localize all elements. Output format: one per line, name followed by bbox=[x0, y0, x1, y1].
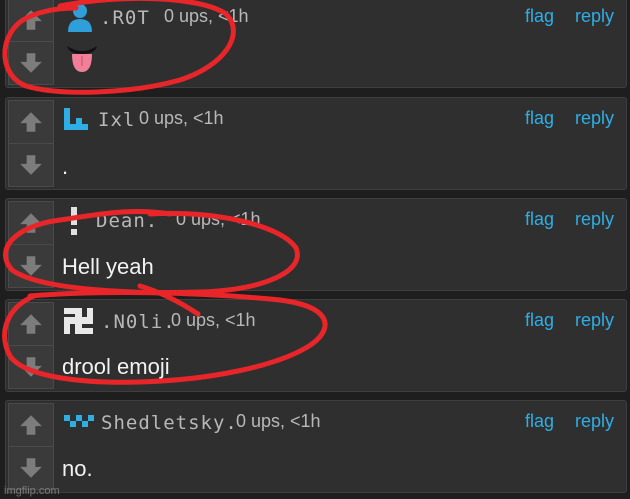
flag-link[interactable]: flag bbox=[525, 411, 554, 432]
flag-link[interactable]: flag bbox=[525, 108, 554, 129]
vote-column bbox=[8, 0, 54, 85]
comment-meta: 0 ups, <1h bbox=[139, 108, 224, 128]
username[interactable]: .N0li. bbox=[101, 311, 176, 333]
comment-text: no. bbox=[62, 456, 93, 481]
down-arrow-icon bbox=[20, 256, 42, 276]
vote-column bbox=[8, 403, 54, 490]
reply-link[interactable]: reply bbox=[575, 310, 614, 331]
downvote-button[interactable] bbox=[8, 346, 54, 389]
avatar[interactable] bbox=[62, 104, 98, 134]
comment-meta: 0 ups, <1h bbox=[176, 209, 261, 229]
comment-text: Hell yeah bbox=[62, 254, 154, 279]
person-icon bbox=[68, 4, 92, 32]
username[interactable]: Dean. bbox=[96, 210, 158, 232]
comment-meta: 0 ups, <1h bbox=[236, 411, 321, 431]
up-arrow-icon bbox=[20, 213, 42, 233]
down-arrow-icon bbox=[20, 357, 42, 377]
comment-5: Shedletsky. 0 ups, <1h flag reply no. bbox=[5, 400, 627, 493]
username[interactable]: Shedletsky. bbox=[101, 412, 238, 434]
upvote-button[interactable] bbox=[8, 403, 54, 447]
downvote-button[interactable] bbox=[8, 42, 54, 85]
tongue-emoji-icon bbox=[67, 46, 97, 72]
downvote-button[interactable] bbox=[8, 245, 54, 288]
reply-link[interactable]: reply bbox=[575, 411, 614, 432]
down-arrow-icon bbox=[20, 155, 42, 175]
reply-link[interactable]: reply bbox=[575, 108, 614, 129]
up-arrow-icon bbox=[20, 10, 42, 30]
up-arrow-icon bbox=[20, 112, 42, 132]
comment-text: . bbox=[62, 154, 69, 179]
upvote-button[interactable] bbox=[8, 201, 54, 245]
comment-text: drool emoji bbox=[62, 354, 170, 379]
vote-column bbox=[8, 201, 54, 288]
upvote-button[interactable] bbox=[8, 100, 54, 144]
pixel-l-icon bbox=[64, 108, 88, 130]
comment-1: .R0T 0 ups, <1h flag reply bbox=[5, 0, 627, 88]
reply-link[interactable]: reply bbox=[575, 6, 614, 27]
upvote-button[interactable] bbox=[8, 0, 54, 42]
downvote-button[interactable] bbox=[8, 144, 54, 187]
watermark: imgflip.com bbox=[4, 485, 60, 497]
avatar[interactable] bbox=[62, 306, 98, 336]
comment-meta: 0 ups, <1h bbox=[164, 6, 249, 26]
flag-link[interactable]: flag bbox=[525, 6, 554, 27]
comment-2: Ixl 0 ups, <1h flag reply . bbox=[5, 97, 627, 190]
vote-column bbox=[8, 100, 54, 187]
avatar[interactable] bbox=[62, 2, 98, 32]
comment-3: Dean. 0 ups, <1h flag reply Hell yeah bbox=[5, 198, 627, 291]
comment-meta: 0 ups, <1h bbox=[171, 310, 256, 330]
pixel-face-icon bbox=[64, 415, 94, 427]
upvote-button[interactable] bbox=[8, 302, 54, 346]
down-arrow-icon bbox=[20, 458, 42, 478]
down-arrow-icon bbox=[20, 53, 42, 73]
vote-column bbox=[8, 302, 54, 389]
up-arrow-icon bbox=[20, 314, 42, 334]
avatar[interactable] bbox=[62, 205, 98, 235]
comment-4: .N0li. 0 ups, <1h flag reply drool emoji bbox=[5, 299, 627, 392]
flag-link[interactable]: flag bbox=[525, 209, 554, 230]
reply-link[interactable]: reply bbox=[575, 209, 614, 230]
username[interactable]: Ixl bbox=[98, 109, 135, 131]
avatar[interactable] bbox=[62, 407, 98, 437]
up-arrow-icon bbox=[20, 415, 42, 435]
username[interactable]: .R0T bbox=[100, 7, 150, 29]
pixel-swastika-icon bbox=[64, 308, 93, 334]
exclamation-icon bbox=[71, 207, 77, 235]
downvote-button[interactable] bbox=[8, 447, 54, 490]
flag-link[interactable]: flag bbox=[525, 310, 554, 331]
